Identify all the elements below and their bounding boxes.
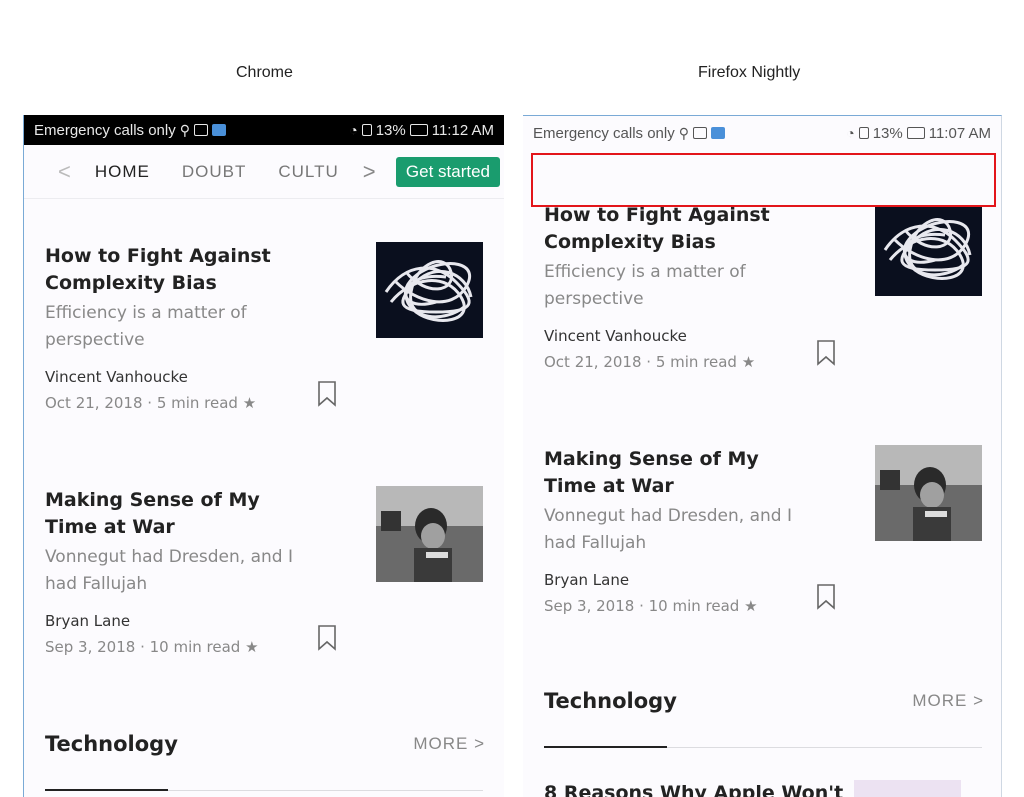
article-read-time: 5 min read <box>156 394 238 412</box>
article-read-time: 10 min read <box>149 638 241 656</box>
article-title[interactable]: 8 Reasons Why Apple Won't <box>544 782 843 797</box>
clock: 11:12 AM <box>431 121 494 139</box>
article-read-time: 10 min read <box>648 597 740 615</box>
gallery-icon <box>194 124 208 136</box>
article-author[interactable]: Bryan Lane <box>544 571 984 589</box>
bookmark-icon[interactable] <box>816 340 836 366</box>
article-card[interactable]: Making Sense of My Time at War Vonnegut … <box>544 445 984 646</box>
battery-icon <box>409 124 428 136</box>
article-subtitle: Vonnegut had Dresden, and I had Fallujah <box>45 547 293 594</box>
sim-icon <box>361 124 372 136</box>
section-divider <box>45 789 483 791</box>
article-meta: Oct 21, 2018 · 5 min read ★ <box>45 394 257 412</box>
firefox-screenshot: Emergency calls only ⚲ ◔ 13% 11:07 AM Ho… <box>523 115 1002 797</box>
bookmark-icon[interactable] <box>816 584 836 610</box>
article-thumbnail[interactable] <box>875 200 982 296</box>
get-started-button[interactable]: Get started <box>395 156 500 187</box>
article-meta: Sep 3, 2018 · 10 min read ★ <box>45 638 259 656</box>
bookmark-icon[interactable] <box>317 625 337 651</box>
section-header: Technology MORE > <box>544 689 984 713</box>
article-thumbnail[interactable] <box>854 780 961 797</box>
article-thumbnail[interactable] <box>376 486 483 582</box>
firefox-caption: Firefox Nightly <box>698 64 801 81</box>
article-date: Sep 3, 2018 <box>544 597 635 615</box>
app-notification-icon <box>711 127 725 139</box>
star-icon: ★ <box>744 597 758 615</box>
section-title: Technology <box>45 732 178 756</box>
section-title: Technology <box>544 689 677 713</box>
article-date: Oct 21, 2018 <box>544 353 642 371</box>
clock: 11:07 AM <box>928 124 991 142</box>
article-card[interactable]: How to Fight Against Complexity Bias Eff… <box>45 242 485 443</box>
missing-navbar-highlight <box>531 153 996 207</box>
more-link[interactable]: MORE > <box>912 691 984 711</box>
article-title[interactable]: How to Fight Against Complexity Bias <box>544 202 814 256</box>
carrier-text: Emergency calls only <box>34 121 176 139</box>
usb-icon: ⚲ <box>179 121 190 138</box>
tab-home[interactable]: HOME <box>79 162 166 182</box>
wifi-icon: ◔ <box>846 125 855 141</box>
chrome-caption: Chrome <box>236 64 293 81</box>
chrome-screenshot: Emergency calls only ⚲ ◔ 13% 11:12 AM < … <box>23 115 504 797</box>
star-icon: ★ <box>245 638 259 656</box>
chevron-left-icon[interactable]: < <box>50 159 79 185</box>
article-read-time: 5 min read <box>655 353 737 371</box>
article-date: Sep 3, 2018 <box>45 638 136 656</box>
article-meta: Sep 3, 2018 · 10 min read ★ <box>544 597 758 615</box>
article-date: Oct 21, 2018 <box>45 394 143 412</box>
article-meta: Oct 21, 2018 · 5 min read ★ <box>544 353 756 371</box>
app-notification-icon <box>212 124 226 136</box>
bookmark-icon[interactable] <box>317 381 337 407</box>
article-title[interactable]: Making Sense of My Time at War <box>45 487 315 541</box>
article-subtitle: Efficiency is a matter of perspective <box>45 303 247 350</box>
status-bar: Emergency calls only ⚲ ◔ 13% 11:12 AM <box>24 115 504 145</box>
section-header: Technology MORE > <box>45 732 485 756</box>
battery-percent: 13% <box>872 124 903 142</box>
tab-doubt[interactable]: DOUBT <box>166 162 263 182</box>
usb-icon: ⚲ <box>678 124 689 141</box>
wifi-icon: ◔ <box>349 122 358 138</box>
article-subtitle: Vonnegut had Dresden, and I had Fallujah <box>544 506 792 553</box>
article-author[interactable]: Vincent Vanhoucke <box>544 327 984 345</box>
article-author[interactable]: Vincent Vanhoucke <box>45 368 485 386</box>
article-card[interactable]: Making Sense of My Time at War Vonnegut … <box>45 486 485 687</box>
article-author[interactable]: Bryan Lane <box>45 612 485 630</box>
battery-icon <box>906 127 925 139</box>
more-link[interactable]: MORE > <box>413 734 485 754</box>
article-title[interactable]: How to Fight Against Complexity Bias <box>45 243 315 297</box>
tab-culture[interactable]: CULTU <box>262 162 354 182</box>
chevron-right-icon[interactable]: > <box>355 159 384 185</box>
battery-percent: 13% <box>375 121 406 139</box>
sim-icon <box>858 127 869 139</box>
article-card[interactable]: How to Fight Against Complexity Bias Eff… <box>544 200 984 402</box>
article-title[interactable]: Making Sense of My Time at War <box>544 446 814 500</box>
top-nav: < HOME DOUBT CULTU > Get started <box>24 145 504 199</box>
star-icon: ★ <box>242 394 257 412</box>
carrier-text: Emergency calls only <box>533 124 675 142</box>
status-bar: Emergency calls only ⚲ ◔ 13% 11:07 AM <box>523 118 1001 148</box>
section-divider <box>544 746 982 748</box>
article-thumbnail[interactable] <box>376 242 483 338</box>
article-thumbnail[interactable] <box>875 445 982 541</box>
star-icon: ★ <box>741 353 756 371</box>
article-subtitle: Efficiency is a matter of perspective <box>544 262 746 309</box>
gallery-icon <box>693 127 707 139</box>
